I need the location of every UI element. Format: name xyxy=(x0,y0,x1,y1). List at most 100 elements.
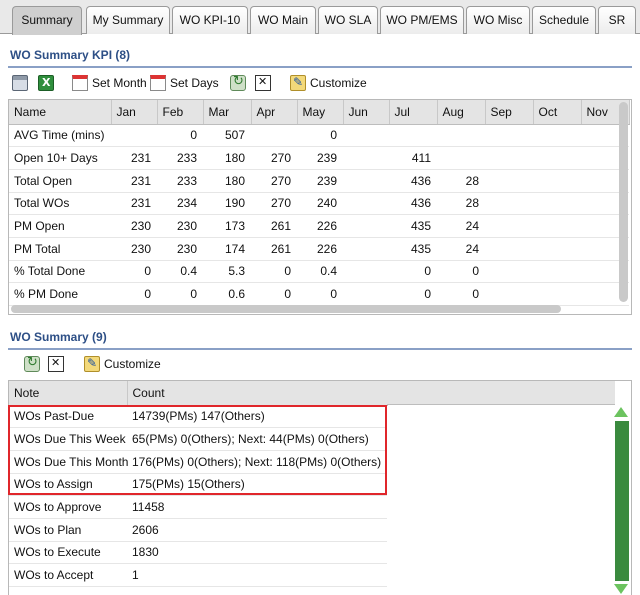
kpi-cell: 435 xyxy=(389,237,437,261)
table-row[interactable]: WOs to Approve 11458 xyxy=(9,495,387,519)
tab-wo-main[interactable]: WO Main xyxy=(250,6,316,34)
kpi-cell xyxy=(485,282,533,306)
set-days-button[interactable]: Set Days xyxy=(150,75,219,91)
kpi-cell: 436 xyxy=(389,192,437,216)
table-row[interactable]: Open 10+ Days 231 233 180 270 239 411 xyxy=(9,146,629,170)
kpi-cell: 411 xyxy=(389,146,437,170)
kpi-cell: 0 xyxy=(389,260,437,284)
kpi-cell: 0.6 xyxy=(203,282,251,306)
summary-column-header-note[interactable]: Note xyxy=(9,381,128,406)
set-month-label: Set Month xyxy=(92,76,147,90)
summary-column-header-count[interactable]: Count xyxy=(127,381,388,406)
table-row[interactable]: WOs Past-Due 14739(PMs) 147(Others) xyxy=(9,405,387,429)
tab-wo-sla[interactable]: WO SLA xyxy=(318,6,378,34)
tab-wo-kpi-10[interactable]: WO KPI-10 xyxy=(172,6,248,34)
summary-count-cell: 11458 xyxy=(127,495,387,519)
kpi-cell: 234 xyxy=(157,192,203,216)
table-row[interactable]: WOs to Plan 2606 xyxy=(9,518,387,542)
kpi-cell xyxy=(343,169,389,193)
kpi-cell: 230 xyxy=(157,237,203,261)
kpi-row-name: % Total Done xyxy=(9,260,111,284)
kpi-horizontal-scrollbar[interactable] xyxy=(11,305,561,313)
summary-note-cell: WOs to Assign xyxy=(9,473,127,497)
kpi-column-header-jan[interactable]: Jan xyxy=(111,100,158,125)
kpi-cell: 0 xyxy=(157,282,203,306)
tab-summary[interactable]: Summary xyxy=(12,6,82,35)
table-row[interactable]: WOs to Assign 175(PMs) 15(Others) xyxy=(9,473,387,497)
kpi-cell xyxy=(533,282,581,306)
kpi-row-name: PM Total xyxy=(9,237,111,261)
kpi-cell xyxy=(343,260,389,284)
kpi-column-header-feb[interactable]: Feb xyxy=(157,100,204,125)
kpi-cell: 436 xyxy=(389,169,437,193)
table-row[interactable]: AVG Time (mins) 0 507 0 xyxy=(9,124,629,148)
table-row[interactable]: PM Open 230 230 173 261 226 435 24 xyxy=(9,214,629,238)
set-month-button[interactable]: Set Month xyxy=(72,75,147,91)
kpi-column-header-jul[interactable]: Jul xyxy=(389,100,438,125)
kpi-cell: 0 xyxy=(297,282,343,306)
refresh-button[interactable] xyxy=(230,74,246,91)
summary-vertical-scrollbar[interactable] xyxy=(615,421,629,581)
table-row[interactable]: WOs Due This Month 176(PMs) 0(Others); Ne… xyxy=(9,450,387,474)
kpi-cell: 435 xyxy=(389,214,437,238)
table-row[interactable]: Total Open 231 233 180 270 239 436 28 xyxy=(9,169,629,193)
kpi-row-name: Open 10+ Days xyxy=(9,146,111,170)
kpi-vertical-scrollbar[interactable] xyxy=(619,102,628,302)
close-grid-button[interactable] xyxy=(255,75,271,91)
kpi-cell xyxy=(389,124,437,148)
table-row[interactable]: % PM Done 0 0 0.6 0 0 0 0 xyxy=(9,282,629,306)
tab-schedule[interactable]: Schedule xyxy=(532,6,596,34)
kpi-cell xyxy=(485,214,533,238)
summary-count-cell: 2606 xyxy=(127,518,387,542)
scroll-down-arrow-icon[interactable] xyxy=(614,584,628,594)
summary-customize-button[interactable]: Customize xyxy=(84,356,161,372)
kpi-cell: 0.4 xyxy=(297,260,343,284)
kpi-column-header-jun[interactable]: Jun xyxy=(343,100,390,125)
table-row[interactable]: % Total Done 0 0.4 5.3 0 0.4 0 0 xyxy=(9,260,629,284)
tab-wo-pm-ems[interactable]: WO PM/EMS xyxy=(380,6,464,34)
summary-count-cell: 1830 xyxy=(127,541,387,565)
set-days-label: Set Days xyxy=(170,76,219,90)
tab-sr[interactable]: SR xyxy=(598,6,636,34)
export-excel-button[interactable] xyxy=(38,75,54,91)
kpi-cell xyxy=(251,124,297,148)
kpi-column-header-name[interactable]: Name xyxy=(9,100,112,125)
kpi-cell: 5.3 xyxy=(203,260,251,284)
customize-label: Customize xyxy=(310,76,367,90)
kpi-cell xyxy=(485,169,533,193)
kpi-cell xyxy=(533,146,581,170)
kpi-column-header-mar[interactable]: Mar xyxy=(203,100,252,125)
kpi-column-header-may[interactable]: May xyxy=(297,100,344,125)
kpi-cell xyxy=(485,146,533,170)
kpi-column-header-apr[interactable]: Apr xyxy=(251,100,298,125)
summary-close-button[interactable] xyxy=(48,356,64,372)
summary-section-title: WO Summary (9) xyxy=(10,330,107,344)
kpi-cell: 270 xyxy=(251,192,297,216)
kpi-cell xyxy=(343,146,389,170)
kpi-cell: 28 xyxy=(437,192,485,216)
kpi-cell: 231 xyxy=(111,192,157,216)
scroll-up-arrow-icon[interactable] xyxy=(614,407,628,417)
summary-count-cell: 65(PMs) 0(Others); Next: 44(PMs) 0(Other… xyxy=(127,427,387,451)
table-row[interactable]: WOs to Execute 1830 xyxy=(9,541,387,565)
table-row[interactable]: WOs Due This Week 65(PMs) 0(Others); Next… xyxy=(9,427,387,451)
summary-header-filler xyxy=(387,381,615,405)
tab-my-summary[interactable]: My Summary xyxy=(86,6,170,34)
tab-wo-misc[interactable]: WO Misc xyxy=(466,6,530,34)
kpi-cell: 180 xyxy=(203,169,251,193)
table-row[interactable]: WOs to Accept 1 xyxy=(9,563,387,587)
summary-refresh-button[interactable] xyxy=(24,355,40,372)
calendar-icon xyxy=(150,75,166,91)
table-row[interactable]: Total WOs 231 234 190 270 240 436 28 xyxy=(9,192,629,216)
table-row[interactable]: PM Total 230 230 174 261 226 435 24 xyxy=(9,237,629,261)
kpi-column-header-oct[interactable]: Oct xyxy=(533,100,582,125)
excel-icon xyxy=(38,75,54,91)
close-box-icon xyxy=(48,356,64,372)
print-button[interactable] xyxy=(12,75,28,91)
kpi-cell: 261 xyxy=(251,214,297,238)
kpi-cell: 0 xyxy=(437,260,485,284)
kpi-column-header-sep[interactable]: Sep xyxy=(485,100,534,125)
kpi-customize-button[interactable]: Customize xyxy=(290,75,367,91)
summary-note-cell: WOs to Execute xyxy=(9,541,127,565)
kpi-column-header-aug[interactable]: Aug xyxy=(437,100,486,125)
